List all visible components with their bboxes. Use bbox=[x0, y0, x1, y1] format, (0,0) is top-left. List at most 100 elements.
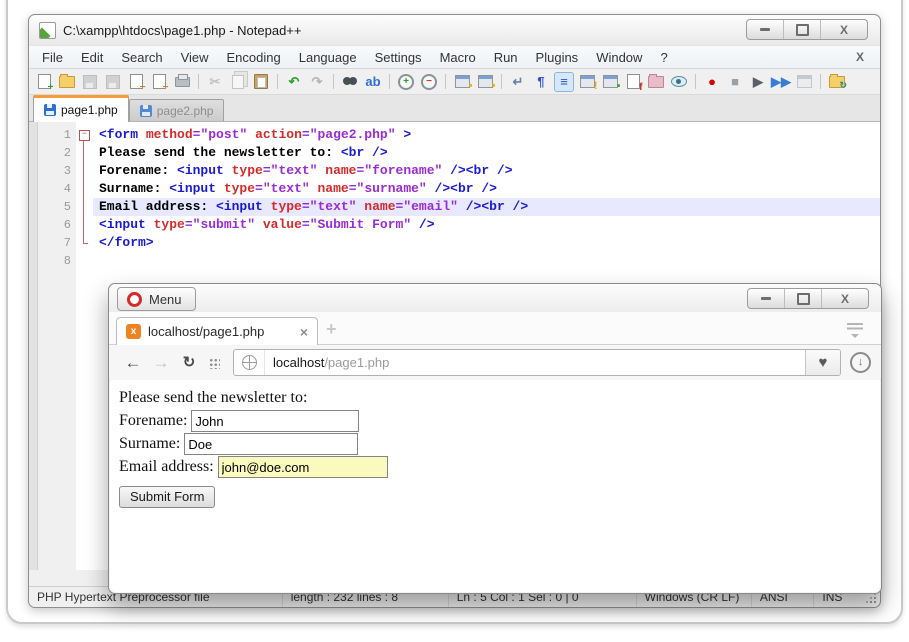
show-all-chars-icon[interactable]: ¶ bbox=[531, 72, 551, 92]
menu-item-run[interactable]: Run bbox=[485, 49, 527, 66]
restore-recent-file-icon[interactable]: ↻ bbox=[827, 72, 847, 92]
sync-vertical-icon[interactable]: • bbox=[452, 72, 472, 92]
text-input-surname[interactable] bbox=[184, 433, 358, 455]
menu-item-search[interactable]: Search bbox=[112, 49, 171, 66]
menu-item-edit[interactable]: Edit bbox=[72, 49, 112, 66]
find-icon[interactable] bbox=[340, 72, 360, 92]
toolbar-separator bbox=[333, 74, 334, 89]
save-icon bbox=[80, 72, 100, 92]
function-list-icon[interactable]: f bbox=[623, 72, 643, 92]
indent-guide-icon[interactable]: ≡ bbox=[554, 72, 574, 92]
sync-horizontal-icon[interactable]: • bbox=[475, 72, 495, 92]
toolbar-separator bbox=[445, 74, 446, 89]
text-input-forename[interactable] bbox=[191, 410, 359, 432]
opera-menu-button[interactable]: Menu bbox=[117, 287, 196, 311]
forward-button[interactable]: → bbox=[147, 354, 175, 371]
fold-margin[interactable]: − bbox=[76, 122, 93, 570]
play-macro-icon[interactable]: ▶ bbox=[748, 72, 768, 92]
browser-tab-title: localhost/page1.php bbox=[148, 324, 264, 339]
closed-tabs-menu-icon[interactable] bbox=[847, 323, 863, 337]
menu-item-encoding[interactable]: Encoding bbox=[218, 49, 290, 66]
menu-bar: FileEditSearchViewEncodingLanguageSettin… bbox=[29, 45, 880, 69]
menu-item-plugins[interactable]: Plugins bbox=[527, 49, 588, 66]
new-tab-button[interactable]: + bbox=[326, 320, 337, 338]
fold-collapse-icon[interactable]: − bbox=[79, 130, 90, 141]
bookmark-heart-button[interactable]: ♥ bbox=[805, 350, 840, 375]
run-macro-multi-icon-glyph: ▶▶ bbox=[771, 75, 791, 88]
menu-item-file[interactable]: File bbox=[33, 49, 72, 66]
close-all-docs-icon[interactable]: − bbox=[149, 72, 169, 92]
menu-item-window[interactable]: Window bbox=[587, 49, 651, 66]
menubar-close-icon[interactable]: X bbox=[844, 50, 876, 64]
folder-workspace-icon[interactable] bbox=[646, 72, 666, 92]
word-wrap-icon[interactable]: ↵ bbox=[508, 72, 528, 92]
user-define-dialog-icon[interactable]: ! bbox=[577, 72, 597, 92]
address-bar[interactable]: localhost /page1.php ♥ bbox=[233, 349, 841, 376]
replace-icon[interactable]: ab bbox=[363, 72, 383, 92]
monitoring-eye-icon-shape bbox=[671, 76, 687, 87]
open-folder-icon[interactable] bbox=[57, 72, 77, 92]
redo-icon[interactable]: ↷ bbox=[307, 72, 327, 92]
back-button[interactable]: ← bbox=[119, 354, 147, 371]
maximize-button[interactable] bbox=[784, 289, 821, 308]
new-file-icon[interactable]: + bbox=[34, 72, 54, 92]
browser-tab[interactable]: x localhost/page1.php × bbox=[116, 317, 318, 345]
form-field-row: Surname: bbox=[119, 433, 880, 455]
minimize-button[interactable] bbox=[747, 20, 783, 39]
text-input-emailaddress[interactable] bbox=[218, 456, 388, 478]
fold-line bbox=[83, 141, 84, 243]
close-button[interactable]: X bbox=[820, 20, 867, 39]
reload-button[interactable]: ↻ bbox=[175, 355, 203, 370]
record-macro-icon-glyph: ● bbox=[708, 75, 716, 88]
opera-titlebar[interactable]: Menu X bbox=[109, 284, 881, 312]
line-number: 5 bbox=[38, 198, 71, 216]
redo-icon-glyph: ↷ bbox=[312, 75, 323, 88]
bookmark-margin[interactable] bbox=[29, 122, 38, 570]
close-doc-icon[interactable]: − bbox=[126, 72, 146, 92]
monitoring-eye-icon[interactable] bbox=[669, 72, 689, 92]
menu-item-view[interactable]: View bbox=[172, 49, 218, 66]
save-icon-shape bbox=[83, 75, 97, 89]
restore-recent-file-icon-shape: ↻ bbox=[829, 76, 845, 88]
print-icon[interactable] bbox=[172, 72, 192, 92]
menu-item-macro[interactable]: Macro bbox=[431, 49, 485, 66]
downloads-button[interactable]: ↓ bbox=[850, 352, 871, 373]
zoom-out-icon[interactable]: − bbox=[419, 72, 439, 92]
submit-form-button[interactable]: Submit Form bbox=[119, 486, 215, 508]
toolbar-separator bbox=[820, 74, 821, 89]
line-number: 6 bbox=[38, 216, 71, 234]
doc-tab-page1-php[interactable]: page1.php bbox=[33, 95, 129, 122]
menu-item-settings[interactable]: Settings bbox=[366, 49, 431, 66]
stop-macro-icon[interactable]: ■ bbox=[725, 72, 745, 92]
notepadpp-window-controls: X bbox=[746, 19, 868, 40]
folder-workspace-icon-shape bbox=[648, 76, 664, 88]
speed-dial-grid-icon[interactable] bbox=[208, 357, 220, 369]
address-path[interactable]: /page1.php bbox=[324, 355, 389, 370]
close-button[interactable]: X bbox=[821, 289, 868, 308]
tab-close-icon[interactable]: × bbox=[300, 325, 308, 339]
minimize-icon bbox=[760, 28, 770, 31]
function-list-icon-badge: f bbox=[639, 83, 642, 93]
zoom-in-icon[interactable]: + bbox=[396, 72, 416, 92]
record-macro-icon[interactable]: ● bbox=[702, 72, 722, 92]
doc-tab-page2-php[interactable]: page2.php bbox=[129, 99, 225, 121]
maximize-button[interactable] bbox=[783, 20, 820, 39]
globe-icon bbox=[242, 355, 257, 370]
undo-icon[interactable]: ↶ bbox=[284, 72, 304, 92]
document-map-icon[interactable]: ▪ bbox=[600, 72, 620, 92]
user-define-dialog-icon-shape: ! bbox=[580, 75, 595, 88]
doc-tab-label: page1.php bbox=[61, 103, 118, 117]
find-icon-shape bbox=[343, 77, 357, 86]
paste-icon[interactable] bbox=[251, 72, 271, 92]
run-macro-multi-icon[interactable]: ▶▶ bbox=[771, 72, 791, 92]
document-map-icon-shape: ▪ bbox=[603, 75, 618, 88]
code-line-4: Surname: <input type="text" name="surnam… bbox=[93, 180, 880, 198]
line-number: 8 bbox=[38, 252, 71, 270]
site-badge[interactable] bbox=[234, 350, 265, 375]
menu-item-[interactable]: ? bbox=[651, 49, 676, 66]
menu-item-language[interactable]: Language bbox=[290, 49, 366, 66]
line-number: 2 bbox=[38, 144, 71, 162]
minimize-button[interactable] bbox=[748, 289, 784, 308]
address-host[interactable]: localhost bbox=[265, 355, 324, 370]
opera-browser-window: Menu X x localhost/page1.php × + ← → ↻ bbox=[108, 283, 882, 594]
